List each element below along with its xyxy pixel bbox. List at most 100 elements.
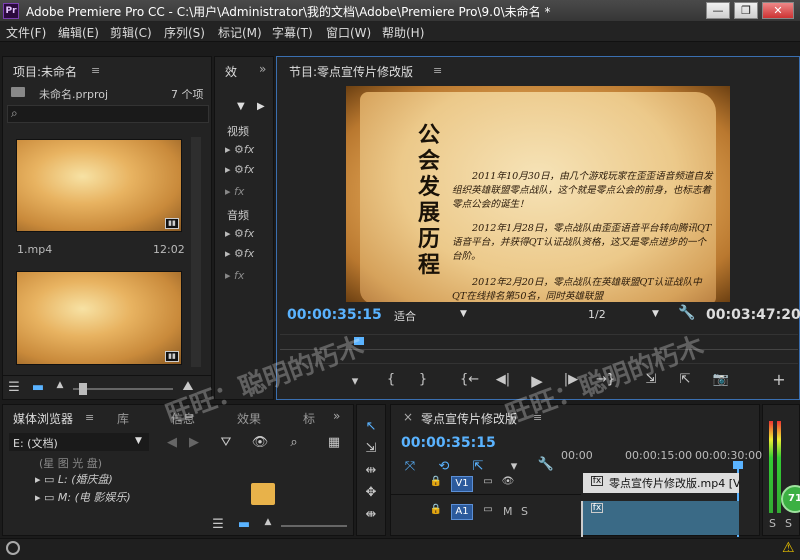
program-timecode[interactable]: 00:00:35:15 [287,307,382,323]
menu-window[interactable]: 窗口(W) [326,24,371,41]
effect-item[interactable]: ▸ fx [225,185,244,198]
project-panel-title[interactable]: 项目:未命名 [13,63,77,80]
timeline-title[interactable]: 零点宣传片修改版 [421,410,517,427]
playhead[interactable] [354,337,364,345]
effect-item[interactable]: ▸ fx [225,269,244,282]
expand-arrow-icon[interactable]: ▶ [257,101,265,112]
menu-edit[interactable]: 编辑(E) [58,24,99,41]
solo-button[interactable]: S [521,505,528,518]
menu-file[interactable]: 文件(F) [6,24,46,41]
tab-effects[interactable]: 效果 [237,410,261,427]
view-icon[interactable]: 👁 [251,435,269,450]
project-search-input[interactable]: ⌕ [7,105,209,123]
tab-markers[interactable]: 标 [303,410,315,427]
zoom-slider-handle[interactable] [79,383,87,395]
list-view-icon[interactable]: ☰ [209,517,227,532]
back-arrow-icon[interactable]: ◀ [163,435,181,450]
audio-clip[interactable]: fx [583,501,739,535]
status-circle-icon[interactable] [6,541,20,555]
effect-item[interactable]: ▸ ⚙fx [225,143,254,156]
video-clip[interactable]: fx 零点宣传片修改版.mp4 [V] [583,473,739,493]
lift-icon[interactable]: ⇲ [642,372,660,387]
timeline-ruler[interactable]: 00:00 00:00:15:00 00:00:30:00 [559,445,762,471]
panel-expand-icon[interactable]: » [333,409,340,423]
monitor-time-ruler[interactable] [280,334,798,364]
go-to-out-icon[interactable]: →} [596,372,615,387]
step-forward-icon[interactable]: |▶ [562,372,580,387]
step-back-icon[interactable]: ◀| [494,372,512,387]
mark-out-icon[interactable]: } [414,372,432,387]
track-target-v1[interactable]: V1 [451,476,473,492]
slip-tool-icon[interactable]: ⇼ [362,507,380,522]
track-select-tool-icon[interactable]: ⇲ [362,441,380,456]
zoom-slider[interactable] [73,383,173,395]
menu-clip[interactable]: 剪辑(C) [110,24,152,41]
minimize-button[interactable]: — [706,2,730,19]
effect-item[interactable]: ▸ ⚙fx [225,227,254,240]
camera-icon[interactable]: 📷 [712,372,730,387]
close-tab-icon[interactable]: × [403,410,413,424]
timeline-menu-icon[interactable]: ≡ [533,411,542,424]
list-item[interactable]: (星 图 光 盘) [39,455,102,471]
list-item[interactable]: ▸ ▭ M: (电 影娱乐) [35,489,131,505]
tab-libraries[interactable]: 库 [117,410,129,427]
eye-icon[interactable]: 👁 [499,476,517,487]
speed-badge[interactable]: 71 [781,485,800,513]
zoom-large-icon[interactable]: ⛰ [179,379,197,394]
zoom-small-icon[interactable]: ▲ [51,380,69,390]
fit-dropdown[interactable]: 适合 ▼ [388,306,474,324]
forward-arrow-icon[interactable]: ▶ [185,435,203,450]
program-monitor-title[interactable]: 节目:零点宣传片修改版 [289,63,413,80]
grid-icon[interactable]: ▦ [325,435,343,450]
clip-thumbnail[interactable]: ▮▮ [16,139,182,232]
drive-dropdown[interactable]: E: (文档) ▼ [9,433,149,451]
add-marker-icon[interactable]: ⇱ [469,459,487,474]
mark-in-icon[interactable]: { [382,372,400,387]
solo-button[interactable]: S [769,517,776,530]
snap-icon[interactable]: ⤧ [401,459,419,474]
razor-tool-icon[interactable]: ✥ [362,485,380,500]
media-menu-icon[interactable]: ≡ [85,411,94,424]
menu-marker[interactable]: 标记(M) [218,24,262,41]
search-icon[interactable]: ⌕ [285,435,303,450]
sync-lock-icon[interactable]: ▭ [479,504,497,515]
add-marker-icon[interactable]: ▾ [346,374,364,389]
warning-icon[interactable]: ⚠ [782,540,795,556]
audio-effects-group[interactable]: 音频 [227,207,249,223]
premiere-app-icon[interactable]: Pr [3,3,19,19]
clip-thumbnail[interactable]: ▮▮ [16,271,182,365]
resolution-dropdown[interactable]: 1/2 ▼ [580,306,666,324]
folder-icon[interactable] [251,483,275,505]
track-target-a1[interactable]: A1 [451,504,473,520]
ripple-edit-tool-icon[interactable]: ⇹ [362,463,380,478]
panel-expand-icon[interactable]: » [259,62,266,76]
selection-tool-icon[interactable]: ↖ [362,419,380,434]
list-view-icon[interactable]: ☰ [5,380,23,395]
linked-selection-icon[interactable]: ⟲ [435,459,453,474]
icon-view-icon[interactable]: ▬ [29,380,47,395]
marker-icon[interactable]: ▾ [505,459,523,474]
go-to-in-icon[interactable]: {← [460,372,479,387]
wrench-icon[interactable]: 🔧 [678,305,695,321]
playhead[interactable] [733,461,743,469]
wrench-icon[interactable]: 🔧 [537,457,555,472]
solo-button[interactable]: S [785,517,792,530]
project-scrollbar[interactable] [191,137,201,367]
dropdown-arrow-icon[interactable]: ▼ [237,101,245,112]
sync-lock-icon[interactable]: ▭ [479,476,497,487]
project-menu-icon[interactable]: ≡ [91,64,100,77]
lock-icon[interactable]: 🔒 [427,476,445,487]
mute-button[interactable]: M [503,505,513,518]
restore-button[interactable]: ❐ [734,2,758,19]
program-menu-icon[interactable]: ≡ [433,64,442,77]
close-button[interactable]: ✕ [762,2,794,19]
tab-media-browser[interactable]: 媒体浏览器 [13,410,73,427]
effects-panel-tab[interactable]: 效 [225,63,237,80]
zoom-small-icon[interactable]: ▲ [259,517,277,527]
extract-icon[interactable]: ⇱ [676,372,694,387]
list-item[interactable]: ▸ ▭ L: (婚庆盘) [35,471,113,487]
tab-info[interactable]: 信息 [171,410,195,427]
menu-help[interactable]: 帮助(H) [382,24,424,41]
menu-sequence[interactable]: 序列(S) [164,24,205,41]
effect-item[interactable]: ▸ ⚙fx [225,247,254,260]
